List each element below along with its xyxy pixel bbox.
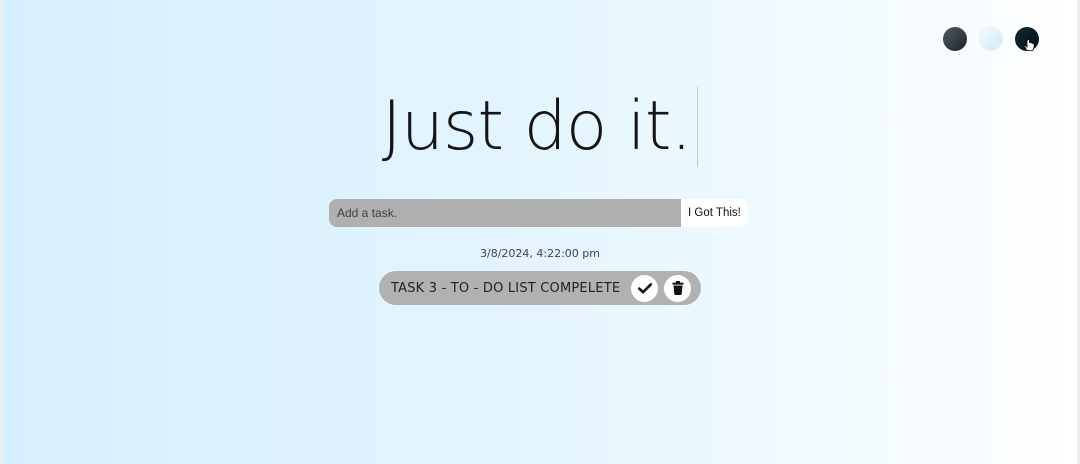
page-title: Just do it. (0, 82, 1080, 172)
todo-item: TASK 3 - TO - DO LIST COMPELETE (379, 271, 701, 305)
text-caret (697, 86, 699, 167)
delete-task-button[interactable] (664, 274, 691, 302)
add-task-button[interactable]: I Got This! (681, 199, 748, 227)
page-title-text: Just do it. (381, 87, 692, 166)
trash-icon (672, 281, 683, 295)
complete-task-button[interactable] (631, 274, 658, 302)
check-icon (637, 282, 652, 293)
todo-item-text: TASK 3 - TO - DO LIST COMPELETE (391, 280, 621, 296)
theme-standard-button[interactable] (943, 27, 967, 51)
add-task-form: I Got This! (329, 199, 748, 227)
theme-switcher (943, 27, 1039, 51)
theme-darker-button[interactable] (1015, 27, 1039, 51)
window-edge-left (0, 0, 2, 464)
hand-pointer-icon (1024, 39, 1035, 51)
task-input[interactable] (329, 199, 681, 227)
theme-light-button[interactable] (979, 27, 1003, 51)
datetime-display: 3/8/2024, 4:22:00 pm (480, 247, 600, 260)
